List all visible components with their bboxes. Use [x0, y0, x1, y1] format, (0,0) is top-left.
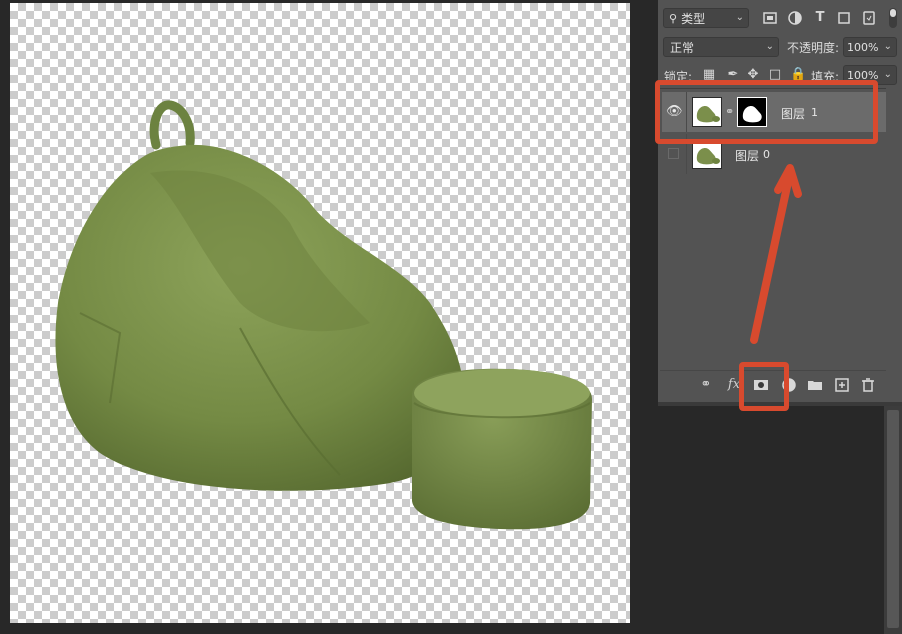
layer-filter-dropdown[interactable]: ⚲ 类型 ⌄ [663, 8, 749, 28]
blend-mode-value: 正常 [670, 40, 695, 55]
opacity-label: 不透明度: [787, 41, 840, 55]
visibility-checkbox[interactable] [668, 148, 679, 159]
chevron-down-icon: ⌄ [765, 41, 774, 52]
opacity-field[interactable]: 100% ⌄ [843, 37, 897, 57]
adjustment-icon[interactable] [788, 11, 802, 25]
chevron-down-icon: ⌄ [883, 69, 892, 80]
filter-kind-label: 类型 [681, 11, 706, 26]
trash-icon[interactable] [860, 377, 876, 393]
chevron-down-icon: ⌄ [883, 41, 892, 52]
new-layer-icon[interactable] [834, 377, 850, 393]
shape-icon[interactable] [837, 11, 851, 25]
folder-icon[interactable] [807, 377, 823, 393]
chevron-down-icon: ⌄ [735, 12, 744, 23]
image-icon[interactable] [763, 11, 777, 25]
opacity-value: 100% [847, 40, 879, 54]
search-icon: ⚲ [669, 11, 678, 25]
annotation-highlight-layer [655, 80, 878, 144]
beanbag-image [55, 100, 592, 530]
document-canvas[interactable] [10, 3, 630, 623]
type-icon[interactable]: T [813, 11, 827, 25]
filter-toggle[interactable] [889, 8, 897, 28]
annotation-highlight-mask-button [739, 362, 789, 411]
scrollbar-thumb[interactable] [887, 410, 899, 628]
annotation-arrow [750, 164, 802, 344]
link-layers-icon[interactable]: ⚭ [698, 377, 714, 393]
blend-mode-dropdown[interactable]: 正常 ⌄ [663, 37, 779, 57]
smart-object-icon[interactable] [862, 11, 876, 25]
